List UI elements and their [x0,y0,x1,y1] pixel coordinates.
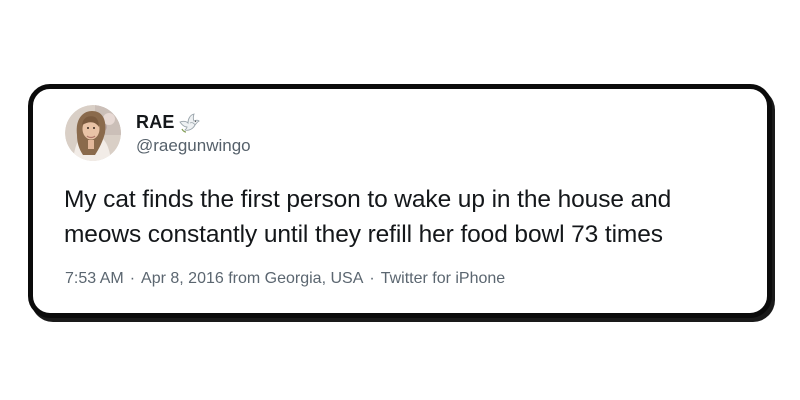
user-handle[interactable]: @raegunwingo [136,136,251,156]
avatar[interactable] [65,105,121,161]
tweet-meta: 7:53 AM · Apr 8, 2016 from Georgia, USA … [65,270,505,288]
tweet-text: My cat finds the first person to wake up… [64,186,672,248]
author-names: RAE @raegunwingo [136,111,251,156]
avatar-photo-image [65,105,121,161]
meta-separator: · [369,270,375,287]
dove-icon [178,112,200,133]
tweet-source[interactable]: Twitter for iPhone [381,270,506,288]
tweet-card[interactable]: RAE @raegunwingo My cat finds the first … [28,84,772,318]
display-name-row[interactable]: RAE [136,111,251,135]
tweet-time[interactable]: 7:53 AM [65,270,124,288]
tweet-header: RAE @raegunwingo [65,105,251,161]
display-name[interactable]: RAE [136,112,175,133]
meta-separator: · [129,270,136,287]
tweet-date-location[interactable]: Apr 8, 2016 from Georgia, USA [141,270,363,288]
